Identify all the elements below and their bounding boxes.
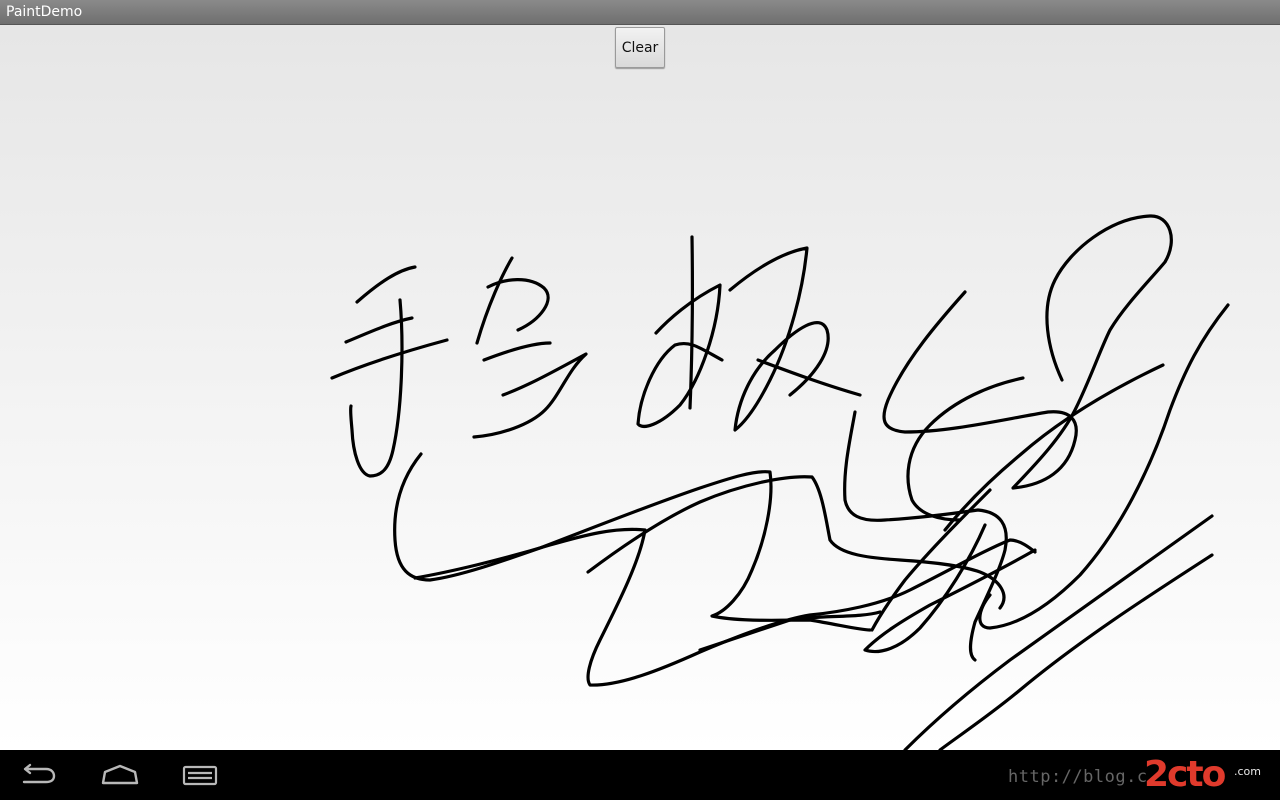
recent-apps-button[interactable] <box>170 756 230 794</box>
stroke <box>482 341 552 362</box>
stroke <box>756 358 862 397</box>
drawing-canvas[interactable]: Clear <box>0 25 1280 750</box>
logo-suffix: .com <box>1234 765 1261 778</box>
stroke <box>586 475 1006 610</box>
app-title: PaintDemo <box>6 4 83 20</box>
home-icon <box>101 764 139 785</box>
watermark-url: http://blog.c <box>1008 767 1148 787</box>
stroke <box>903 514 1214 750</box>
stroke <box>978 303 1230 630</box>
screen: PaintDemo Clear http://blog.c 2cto .com <box>0 0 1280 800</box>
stroke <box>636 283 724 428</box>
stroke <box>475 256 514 345</box>
recent-apps-icon <box>182 765 218 786</box>
stroke <box>688 235 694 410</box>
stroke <box>355 265 417 304</box>
logo-text: 2cto <box>1144 754 1226 795</box>
watermark-logo: 2cto .com <box>1140 753 1280 797</box>
stroke <box>472 352 588 439</box>
handwriting-strokes[interactable] <box>0 25 1280 750</box>
system-navigation-bar: http://blog.c 2cto .com <box>0 750 1280 800</box>
title-bar: PaintDemo <box>0 0 1280 25</box>
stroke <box>863 523 1037 654</box>
stroke <box>938 553 1214 750</box>
stroke <box>330 338 449 380</box>
stroke <box>728 246 830 432</box>
stroke <box>348 298 404 478</box>
stroke <box>906 376 1025 522</box>
back-icon <box>22 763 56 784</box>
clear-button[interactable]: Clear <box>615 27 665 68</box>
home-button[interactable] <box>90 756 150 794</box>
back-button[interactable] <box>8 756 68 794</box>
